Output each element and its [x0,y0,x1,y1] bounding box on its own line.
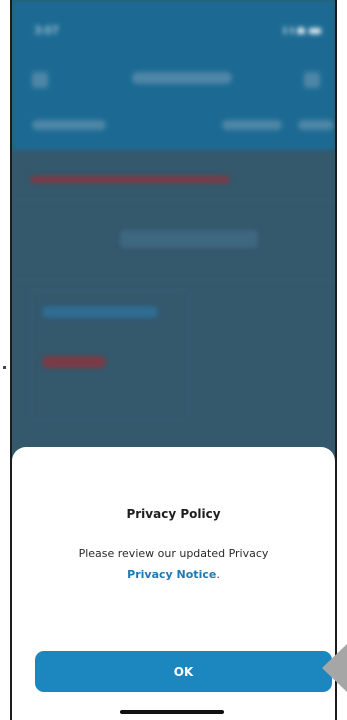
menu-icon [32,72,48,88]
dialog-title: Privacy Policy [126,507,221,521]
divider [12,200,335,201]
card-badge-placeholder [42,356,106,368]
card-link-placeholder [42,306,158,318]
edge-marker [3,366,6,369]
signal-icon [284,27,293,34]
header-title-placeholder [132,72,232,84]
center-action-placeholder [120,230,258,248]
ok-button[interactable]: OK [35,651,332,692]
header-subrow-right [298,120,334,130]
app-header: 3:07 [12,0,335,150]
alert-line [30,176,230,183]
privacy-notice-link[interactable]: Privacy Notice [127,568,216,581]
dialog-link-line: Privacy Notice. [12,564,335,585]
battery-icon [309,28,321,34]
dialog-link-suffix: . [216,568,220,581]
divider [12,280,335,281]
privacy-policy-sheet: Privacy Policy Please review our updated… [12,447,335,720]
phone-screen: 3:07 Privacy Policy Please review our up… [10,0,337,720]
pointer-arrow-icon [322,644,347,692]
dialog-message: Please review our updated Privacy Privac… [12,543,335,585]
header-subrow-left [32,120,106,130]
home-indicator [120,710,224,714]
profile-icon [304,72,320,88]
header-subrow-middle [222,120,282,130]
dialog-message-text: Please review our updated Privacy [78,547,269,560]
status-icons [284,27,321,34]
wifi-icon [297,27,305,34]
status-time: 3:07 [34,24,59,37]
